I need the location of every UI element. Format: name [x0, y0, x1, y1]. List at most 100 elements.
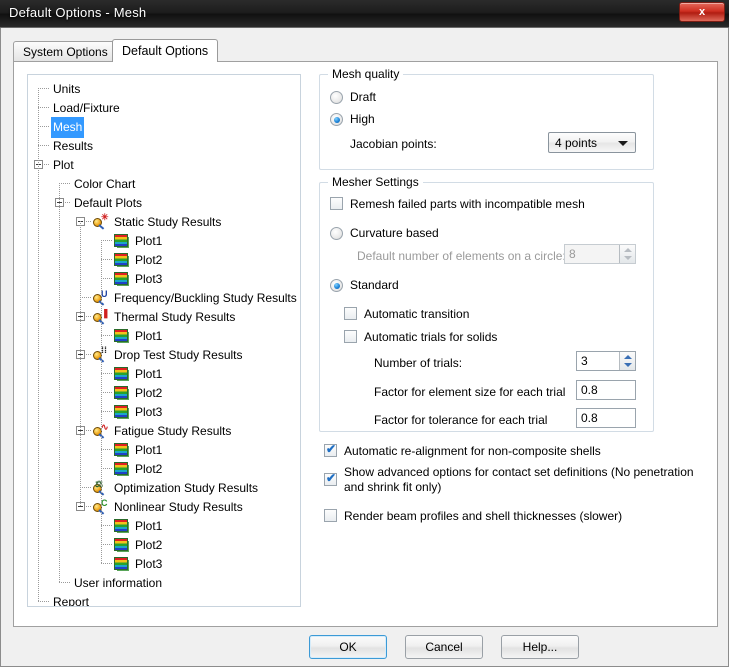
tree-item-label: Plot1 — [135, 443, 163, 457]
help-button[interactable]: Help... — [501, 635, 579, 659]
tree-item[interactable]: Plot1 — [28, 516, 300, 535]
circle-elements-spinner[interactable]: 8 — [564, 244, 636, 264]
options-tree-panel[interactable]: Units Load/Fixture Mesh Results Plot Color Ch… — [27, 74, 301, 607]
tree-connector — [38, 145, 49, 146]
study-static-icon: ✳ — [93, 212, 109, 230]
tree-item-label: Fatigue Study Results — [114, 424, 232, 438]
tree-item[interactable]: ✳ Static Study Results — [28, 212, 300, 231]
number-of-trials-spinner[interactable]: 3 — [576, 351, 636, 371]
checkbox-show-advanced-options[interactable] — [324, 471, 337, 486]
tree-item[interactable]: C Nonlinear Study Results — [28, 497, 300, 516]
checkbox-automatic-realignment[interactable] — [324, 442, 337, 457]
factor-tolerance-input[interactable]: 0.8 — [576, 408, 636, 428]
tree-item[interactable]: Plot1 — [28, 231, 300, 250]
tree-connector — [101, 335, 112, 336]
circle-elements-spin-buttons[interactable] — [619, 245, 635, 263]
radio-high[interactable] — [330, 113, 343, 126]
tree-item-label: Plot2 — [135, 386, 163, 400]
tree-item[interactable]: Plot1 — [28, 326, 300, 345]
tree-item[interactable]: ❚ Thermal Study Results — [28, 307, 300, 326]
tree-item-label: Plot1 — [135, 519, 163, 533]
tree-guide-line — [59, 183, 60, 582]
label-draft: Draft — [350, 90, 377, 104]
tree-item[interactable]: Plot — [28, 155, 300, 174]
tree-item[interactable]: User information — [28, 573, 300, 592]
tree-connector — [101, 468, 112, 469]
tree-item[interactable]: ⚖ Optimization Study Results — [28, 478, 300, 497]
tree-item[interactable]: Results — [28, 136, 300, 155]
label-jacobian-points: Jacobian points: — [350, 137, 437, 151]
jacobian-points-dropdown[interactable]: 4 points — [548, 132, 636, 153]
tree-item-label: Plot2 — [135, 538, 163, 552]
tree-item[interactable]: Plot3 — [28, 402, 300, 421]
mesher-settings-group: Mesher Settings Remesh failed parts with… — [319, 175, 654, 432]
number-of-trials-value: 3 — [581, 354, 588, 368]
tree-item[interactable]: Report — [28, 592, 300, 607]
spinner-up-icon[interactable] — [624, 355, 632, 359]
tree-item[interactable]: Units — [28, 79, 300, 98]
tree-item[interactable]: Mesh — [28, 117, 300, 138]
study-accent-icon: ✳ — [101, 212, 109, 222]
tree-item-label: Color Chart — [74, 177, 136, 191]
radio-standard[interactable] — [330, 279, 343, 292]
factor-element-size-input[interactable]: 0.8 — [576, 380, 636, 400]
tree-connector — [101, 259, 112, 260]
tab-default-options[interactable]: Default Options — [112, 39, 219, 62]
label-circle-elements: Default number of elements on a circle: — [357, 249, 566, 263]
tree-item-label: Mesh — [51, 117, 85, 138]
plot-icon — [114, 405, 128, 418]
checkbox-automatic-trials[interactable] — [344, 330, 357, 343]
label-automatic-realignment: Automatic re-alignment for non-composite… — [344, 444, 601, 458]
jacobian-points-value: 4 points — [555, 136, 598, 150]
tree-item[interactable]: Plot1 — [28, 440, 300, 459]
tree-item[interactable]: Plot1 — [28, 364, 300, 383]
tree-item[interactable]: ∿ Fatigue Study Results — [28, 421, 300, 440]
tree-item[interactable]: Color Chart — [28, 174, 300, 193]
ok-button[interactable]: OK — [309, 635, 387, 659]
tree-connector — [101, 392, 112, 393]
mesher-settings-title: Mesher Settings — [328, 175, 423, 189]
tree-item[interactable]: Plot3 — [28, 554, 300, 573]
cancel-button[interactable]: Cancel — [405, 635, 483, 659]
options-tree: Units Load/Fixture Mesh Results Plot Color Ch… — [28, 75, 300, 607]
tree-item[interactable]: ⁞⁞ Drop Test Study Results — [28, 345, 300, 364]
label-curvature-based: Curvature based — [350, 226, 439, 240]
spinner-down-icon[interactable] — [624, 256, 632, 260]
mesh-quality-title: Mesh quality — [328, 67, 404, 81]
checkbox-remesh-failed-parts[interactable] — [330, 197, 343, 210]
spinner-up-icon[interactable] — [624, 248, 632, 252]
tree-item-label: Plot3 — [135, 557, 163, 571]
close-icon[interactable]: x — [679, 2, 725, 22]
spinner-down-icon[interactable] — [624, 363, 632, 367]
checkbox-automatic-transition[interactable] — [344, 307, 357, 320]
tree-item[interactable]: Plot2 — [28, 535, 300, 554]
tab-system-options[interactable]: System Options — [13, 41, 118, 61]
number-of-trials-spin-buttons[interactable] — [619, 352, 635, 370]
tree-item[interactable]: Load/Fixture — [28, 98, 300, 117]
plot-icon — [114, 329, 128, 342]
tree-item[interactable]: Plot2 — [28, 250, 300, 269]
tree-item-label: Report — [53, 595, 90, 607]
label-automatic-transition: Automatic transition — [364, 307, 470, 321]
tree-item[interactable]: Plot3 — [28, 269, 300, 288]
tree-connector — [38, 126, 49, 127]
label-show-advanced-options: Show advanced options for contact set de… — [344, 465, 694, 494]
tree-item-label: Plot1 — [135, 234, 163, 248]
tree-item[interactable]: Default Plots — [28, 193, 300, 212]
label-standard: Standard — [350, 278, 399, 292]
label-render-beam-profiles: Render beam profiles and shell thickness… — [344, 509, 623, 523]
label-number-of-trials: Number of trials: — [374, 356, 463, 370]
circle-elements-value: 8 — [569, 247, 576, 261]
tree-connector — [38, 88, 49, 89]
tree-connector — [38, 107, 49, 108]
tree-item[interactable]: Plot2 — [28, 383, 300, 402]
chevron-down-icon — [618, 141, 628, 146]
checkbox-render-beam-profiles[interactable] — [324, 509, 337, 522]
study-accent-icon: ∿ — [101, 422, 109, 432]
tree-connector — [80, 487, 91, 488]
radio-curvature-based[interactable] — [330, 227, 343, 240]
plot-icon — [114, 557, 128, 570]
tree-item[interactable]: U Frequency/Buckling Study Results — [28, 288, 300, 307]
radio-draft[interactable] — [330, 91, 343, 104]
tree-item[interactable]: Plot2 — [28, 459, 300, 478]
